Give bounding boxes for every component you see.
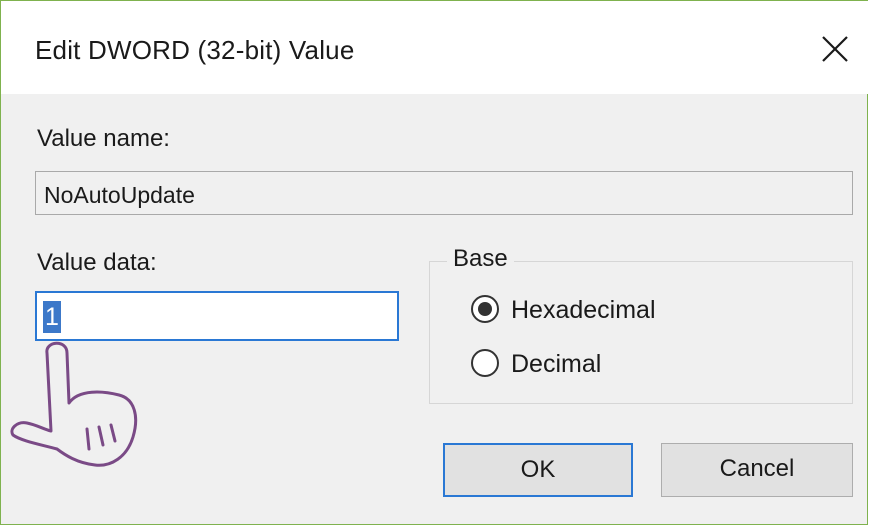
ok-button[interactable]: OK <box>443 443 633 497</box>
base-groupbox <box>429 261 853 404</box>
title-bar: Edit DWORD (32-bit) Value <box>1 1 869 94</box>
pointing-hand-icon <box>7 333 157 488</box>
value-data-text: 1 <box>43 301 61 333</box>
value-name-label: Value name: <box>37 125 170 152</box>
cancel-button[interactable]: Cancel <box>661 443 853 497</box>
close-icon[interactable] <box>813 27 857 71</box>
dialog-title: Edit DWORD (32-bit) Value <box>35 35 355 65</box>
edit-dword-dialog: Edit DWORD (32-bit) Value Value name: No… <box>0 0 869 525</box>
hexadecimal-radio[interactable] <box>471 295 499 323</box>
decimal-label[interactable]: Decimal <box>511 350 601 379</box>
value-data-label: Value data: <box>37 249 157 276</box>
decimal-radio[interactable] <box>471 349 499 377</box>
value-name-field: NoAutoUpdate <box>35 171 853 215</box>
base-legend: Base <box>447 245 514 273</box>
hexadecimal-label[interactable]: Hexadecimal <box>511 296 656 325</box>
